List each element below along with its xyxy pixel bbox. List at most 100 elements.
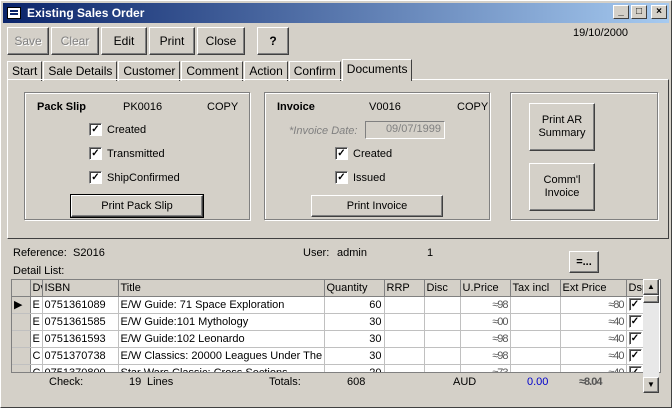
cell-dv[interactable]: E: [30, 296, 43, 314]
cell-tax[interactable]: [510, 364, 561, 372]
cell-ext-price[interactable]: ≈40: [560, 313, 627, 331]
cell-disc[interactable]: [424, 347, 461, 365]
table-row[interactable]: ▶ E 0751361089 E/W Guide: 71 Space Explo…: [12, 296, 647, 314]
print-button[interactable]: Print: [149, 27, 195, 55]
cell-rrp[interactable]: [384, 347, 425, 365]
total-tax: 0.00: [527, 376, 549, 388]
cell-isbn[interactable]: 0751361089: [42, 296, 119, 314]
close-window-button[interactable]: ×: [651, 5, 667, 19]
cell-quantity[interactable]: 60: [324, 296, 385, 314]
comm-invoice-button[interactable]: Comm'l Invoice: [529, 163, 595, 211]
cell-title[interactable]: E/W Classics: 20000 Leagues Under The Se…: [118, 347, 325, 365]
cell-uprice[interactable]: ≈98: [460, 330, 511, 348]
cell-quantity[interactable]: 30: [324, 347, 385, 365]
table-row[interactable]: C 0751370800 Star Wars Classic: Cross Se…: [12, 364, 647, 372]
col-quantity[interactable]: Quantity: [324, 280, 385, 297]
cell-tax[interactable]: [510, 296, 561, 314]
scroll-up-icon[interactable]: ▲: [643, 279, 659, 295]
table-row[interactable]: E 0751361593 E/W Guide:102 Leonardo 30 ≈…: [12, 330, 647, 348]
expand-details-button[interactable]: =...: [569, 251, 599, 273]
edit-button[interactable]: Edit: [101, 27, 147, 55]
cell-isbn[interactable]: 0751370800: [42, 364, 119, 372]
cell-rrp[interactable]: [384, 313, 425, 331]
row-selector[interactable]: [12, 313, 31, 331]
row-selector[interactable]: [12, 330, 31, 348]
cell-tax[interactable]: [510, 330, 561, 348]
cell-ext-price[interactable]: ≈40: [560, 347, 627, 365]
invoice-created-checkbox[interactable]: ✓ Created: [335, 147, 392, 160]
col-title[interactable]: Title: [118, 280, 325, 297]
cell-title[interactable]: E/W Guide:101 Mythology: [118, 313, 325, 331]
col-dv[interactable]: Dv: [30, 280, 43, 297]
col-ext-price[interactable]: Ext Price: [560, 280, 627, 297]
total-quantity: 608: [347, 376, 366, 388]
cell-disc[interactable]: [424, 330, 461, 348]
tab-customer[interactable]: Customer: [118, 61, 181, 81]
close-button[interactable]: Close: [197, 27, 245, 55]
cell-rrp[interactable]: [384, 364, 425, 372]
help-button[interactable]: ?: [257, 27, 289, 55]
cell-uprice[interactable]: ≈73: [460, 364, 511, 372]
row-selector[interactable]: [12, 347, 31, 365]
table-row[interactable]: E 0751361585 E/W Guide:101 Mythology 30 …: [12, 313, 647, 331]
cell-ext-price[interactable]: ≈40: [560, 364, 627, 372]
cell-uprice[interactable]: ≈98: [460, 296, 511, 314]
cell-ext-price[interactable]: ≈40: [560, 330, 627, 348]
tab-action[interactable]: Action: [244, 61, 288, 81]
cell-dv[interactable]: C: [30, 364, 43, 372]
cell-disc[interactable]: [424, 364, 461, 372]
save-button[interactable]: Save: [7, 27, 49, 55]
grid-scrollbar[interactable]: ▲ ▼: [643, 279, 659, 393]
row-selector[interactable]: [12, 364, 31, 372]
maximize-button[interactable]: □: [631, 5, 647, 19]
invoice-code: V0016: [369, 101, 401, 113]
tab-sale-details[interactable]: Sale Details: [43, 61, 118, 81]
col-tax-incl[interactable]: Tax incl: [510, 280, 561, 297]
cell-quantity[interactable]: 30: [324, 313, 385, 331]
print-ar-summary-button[interactable]: Print AR Summary: [529, 103, 595, 151]
cell-dv[interactable]: C: [30, 347, 43, 365]
cell-isbn[interactable]: 0751370738: [42, 347, 119, 365]
issued-checkbox[interactable]: ✓ Issued: [335, 171, 385, 184]
tab-documents[interactable]: Documents: [341, 59, 413, 81]
created-checkbox[interactable]: ✓ Created: [89, 123, 146, 136]
cell-uprice[interactable]: ≈98: [460, 347, 511, 365]
print-pack-slip-button[interactable]: Print Pack Slip: [70, 194, 204, 218]
ship-confirmed-checkbox[interactable]: ✓ ShipConfirmed: [89, 171, 180, 184]
tab-confirm[interactable]: Confirm: [288, 61, 341, 81]
cell-title[interactable]: E/W Guide: 71 Space Exploration: [118, 296, 325, 314]
cell-disc[interactable]: [424, 296, 461, 314]
cell-rrp[interactable]: [384, 330, 425, 348]
scroll-down-icon[interactable]: ▼: [643, 377, 659, 393]
col-rrp[interactable]: RRP: [384, 280, 425, 297]
cell-tax[interactable]: [510, 313, 561, 331]
tab-comment[interactable]: Comment: [181, 61, 244, 81]
cell-dv[interactable]: E: [30, 330, 43, 348]
cell-tax[interactable]: [510, 347, 561, 365]
cell-title[interactable]: E/W Guide:102 Leonardo: [118, 330, 325, 348]
col-isbn[interactable]: ISBN: [42, 280, 119, 297]
cell-ext-price[interactable]: ≈80: [560, 296, 627, 314]
col-uprice[interactable]: U.Price: [460, 280, 511, 297]
col-disc[interactable]: Disc: [424, 280, 461, 297]
transmitted-checkbox[interactable]: ✓ Transmitted: [89, 147, 165, 160]
print-invoice-button[interactable]: Print Invoice: [311, 195, 443, 217]
cell-disc[interactable]: [424, 313, 461, 331]
scroll-thumb[interactable]: [643, 295, 659, 303]
cell-uprice[interactable]: ≈00: [460, 313, 511, 331]
minimize-button[interactable]: _: [613, 5, 629, 19]
cell-isbn[interactable]: 0751361593: [42, 330, 119, 348]
cell-rrp[interactable]: [384, 296, 425, 314]
cell-quantity[interactable]: 30: [324, 330, 385, 348]
detail-grid[interactable]: Dv ISBN Title Quantity RRP Disc U.Price …: [11, 279, 661, 373]
cell-isbn[interactable]: 0751361585: [42, 313, 119, 331]
table-row[interactable]: C 0751370738 E/W Classics: 20000 Leagues…: [12, 347, 647, 365]
cell-dv[interactable]: E: [30, 313, 43, 331]
clear-button[interactable]: Clear: [51, 27, 99, 55]
title-bar[interactable]: Existing Sales Order _ □ ×: [3, 3, 669, 23]
cell-quantity[interactable]: 20: [324, 364, 385, 372]
cell-title[interactable]: Star Wars Classic: Cross Sections: [118, 364, 325, 372]
transmitted-label: Transmitted: [107, 147, 165, 160]
invoice-date-field[interactable]: 09/07/1999: [365, 121, 445, 139]
tab-start[interactable]: Start: [7, 61, 43, 81]
